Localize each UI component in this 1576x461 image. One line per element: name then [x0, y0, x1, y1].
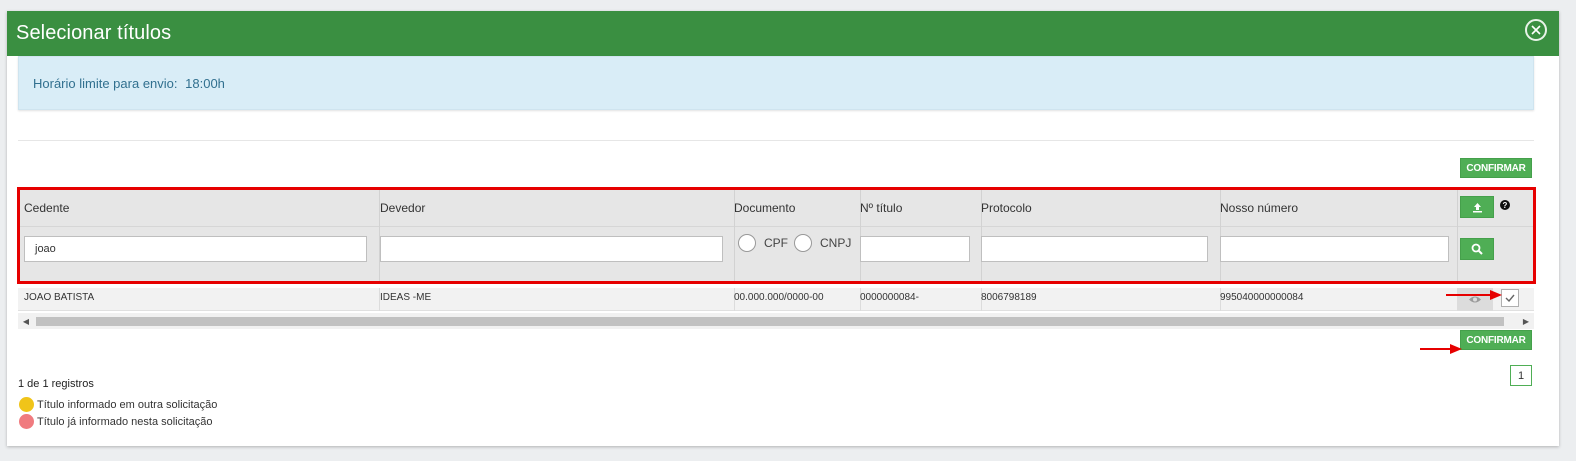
scroll-thumb[interactable]: [36, 317, 1504, 326]
confirm-button-top[interactable]: CONFIRMAR: [1460, 158, 1532, 178]
devedor-filter-input[interactable]: [380, 236, 723, 262]
close-icon: [1531, 25, 1541, 35]
column-header-cedente[interactable]: Cedente: [24, 201, 69, 215]
legend-label: Título informado em outra solicitação: [37, 398, 218, 411]
column-header-documento[interactable]: Documento: [734, 201, 795, 215]
column-header-nosso-numero[interactable]: Nosso número: [1220, 201, 1298, 215]
check-icon: [1505, 294, 1515, 302]
column-header-protocolo[interactable]: Protocolo: [981, 201, 1032, 215]
deadline-label: Horário limite para envio:: [33, 76, 178, 91]
record-count: 1 de 1 registros: [18, 378, 94, 390]
upload-button[interactable]: [1460, 196, 1494, 218]
legend-label: Título já informado nesta solicitação: [37, 415, 213, 428]
cedente-filter-input[interactable]: joao: [24, 236, 367, 262]
search-icon: [1471, 243, 1483, 255]
cell-devedor: IDEAS -ME: [380, 292, 432, 303]
red-dot-icon: [19, 414, 34, 429]
page-1-button[interactable]: 1: [1510, 365, 1532, 386]
documento-filter: CPF CNPJ: [738, 234, 857, 252]
cell-nosso-numero: 995040000000084: [1220, 292, 1304, 303]
cnpj-radio[interactable]: [794, 234, 812, 252]
column-header-numero-titulo[interactable]: Nº título: [860, 201, 902, 215]
column-header-devedor[interactable]: Devedor: [380, 201, 425, 215]
upload-icon: [1472, 202, 1482, 212]
scroll-left-icon[interactable]: ◀: [21, 316, 31, 326]
legend-item-this-request: Título já informado nesta solicitação: [19, 414, 212, 429]
header-divider: [18, 226, 1534, 227]
search-button[interactable]: [1460, 238, 1494, 260]
close-button[interactable]: [1525, 19, 1547, 41]
deadline-value: 18:00h: [185, 76, 225, 91]
legend-item-other-request: Título informado em outra solicitação: [19, 397, 217, 412]
scroll-right-icon[interactable]: ▶: [1521, 316, 1531, 326]
nosso-numero-filter-input[interactable]: [1220, 236, 1449, 262]
yellow-dot-icon: [19, 397, 34, 412]
horizontal-scrollbar[interactable]: ◀ ▶: [18, 313, 1534, 329]
cell-cedente: JOAO BATISTA: [24, 292, 95, 303]
cpf-radio[interactable]: [738, 234, 756, 252]
cell-documento: 00.000.000/0000-00: [734, 292, 824, 303]
info-alert: Horário limite para envio: 18:00h: [18, 56, 1534, 110]
numero-titulo-filter-input[interactable]: [860, 236, 970, 262]
divider: [18, 140, 1534, 141]
arrow-annotation-icon: [1420, 344, 1462, 354]
cpf-label: CPF: [764, 236, 788, 250]
arrow-annotation-icon: [1446, 290, 1502, 300]
modal-title: Selecionar títulos: [16, 22, 172, 44]
cnpj-label: CNPJ: [820, 236, 852, 250]
protocolo-filter-input[interactable]: [981, 236, 1208, 262]
help-icon[interactable]: ?: [1500, 200, 1510, 210]
confirm-button-bottom[interactable]: CONFIRMAR: [1460, 330, 1532, 350]
cell-numero-titulo: 0000000084-: [860, 292, 919, 303]
column-separator: [1457, 188, 1458, 282]
modal-header: Selecionar títulos: [7, 11, 1559, 56]
cell-protocolo: 8006798189: [981, 292, 1037, 303]
